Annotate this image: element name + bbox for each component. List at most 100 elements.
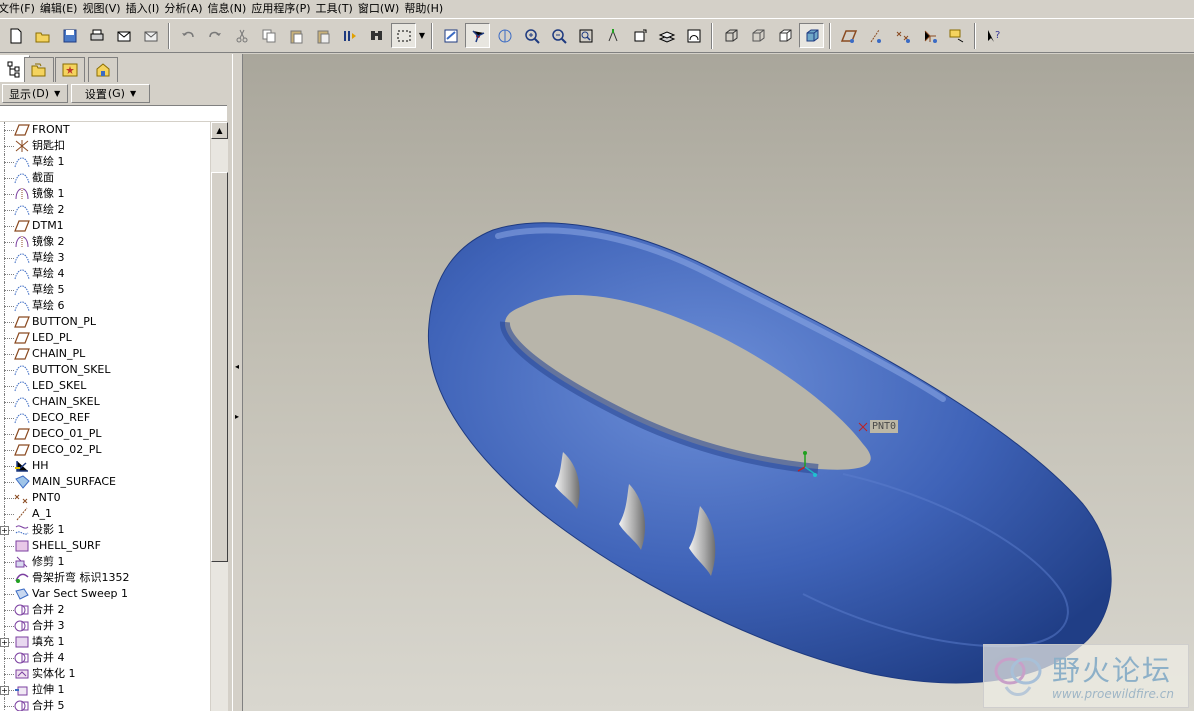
hidden-line-button[interactable] — [745, 23, 770, 48]
menu-item-8[interactable]: 窗口(W) — [358, 0, 404, 17]
tree-item[interactable]: 骨架折弯 标识1352 — [0, 570, 210, 586]
regenerate-button[interactable] — [337, 23, 362, 48]
tab-connections[interactable] — [88, 57, 118, 82]
shading-button[interactable] — [799, 23, 824, 48]
tree-item[interactable]: LED_PL — [0, 330, 210, 346]
menu-item-3[interactable]: 插入(I) — [126, 0, 165, 17]
cut-button[interactable] — [229, 23, 254, 48]
tree-item[interactable]: 合并 3 — [0, 618, 210, 634]
find-button[interactable] — [364, 23, 389, 48]
tree-item[interactable]: MAIN_SURFACE — [0, 474, 210, 490]
menu-item-2[interactable]: 视图(V) — [82, 0, 125, 17]
tree-item[interactable]: CHAIN_PL — [0, 346, 210, 362]
reorient-button[interactable] — [600, 23, 625, 48]
repaint-button[interactable] — [438, 23, 463, 48]
tree-item[interactable]: 镜像 2 — [0, 234, 210, 250]
tree-item[interactable]: A_1 — [0, 506, 210, 522]
tree-item[interactable]: DECO_REF — [0, 410, 210, 426]
tree-item[interactable]: 合并 5 — [0, 698, 210, 711]
menu-item-1[interactable]: 编辑(E) — [40, 0, 83, 17]
datum-points-button[interactable] — [890, 23, 915, 48]
tree-item[interactable]: 镜像 1 — [0, 186, 210, 202]
select-box-button[interactable] — [391, 23, 416, 48]
tree-item[interactable]: DECO_01_PL — [0, 426, 210, 442]
menu-item-0[interactable]: 文件(F) — [0, 0, 40, 17]
expand-right-icon[interactable]: ▸ — [235, 412, 241, 421]
expand-plus-icon[interactable]: + — [0, 526, 9, 535]
menu-item-4[interactable]: 分析(A) — [164, 0, 207, 17]
save-button[interactable] — [57, 23, 82, 48]
copy-button[interactable] — [256, 23, 281, 48]
paste-special-button[interactable] — [310, 23, 335, 48]
tree-item[interactable]: HH — [0, 458, 210, 474]
zoom-in-button[interactable] — [519, 23, 544, 48]
datum-planes-button[interactable] — [836, 23, 861, 48]
tree-item[interactable]: BUTTON_SKEL — [0, 362, 210, 378]
tree-item[interactable]: BUTTON_PL — [0, 314, 210, 330]
annotation-button[interactable] — [944, 23, 969, 48]
open-file-button[interactable] — [30, 23, 55, 48]
tree-item[interactable]: PNT0 — [0, 490, 210, 506]
panel-splitter[interactable]: ◂ ▸ — [232, 54, 243, 711]
no-hidden-button[interactable] — [772, 23, 797, 48]
tree-item[interactable]: SHELL_SURF — [0, 538, 210, 554]
tree-item[interactable]: DECO_02_PL — [0, 442, 210, 458]
tree-item[interactable]: 草绘 5 — [0, 282, 210, 298]
show-dropdown[interactable]: 显示 (D) ▼ — [2, 84, 68, 103]
datum-axes-button[interactable] — [863, 23, 888, 48]
expand-plus-icon[interactable]: + — [0, 638, 9, 647]
expand-plus-icon[interactable]: + — [0, 686, 9, 695]
undo-button[interactable] — [175, 23, 200, 48]
csys-button[interactable] — [917, 23, 942, 48]
tree-item[interactable]: 草绘 1 — [0, 154, 210, 170]
menu-item-7[interactable]: 工具(T) — [316, 0, 358, 17]
menu-item-9[interactable]: 帮助(H) — [404, 0, 448, 17]
appearance-button[interactable] — [681, 23, 706, 48]
orient-button[interactable] — [492, 23, 517, 48]
scroll-up-icon[interactable]: ▲ — [211, 122, 228, 139]
toolbar-separator — [168, 22, 170, 49]
tree-item[interactable]: 草绘 2 — [0, 202, 210, 218]
tree-item[interactable]: + 填充 1 — [0, 634, 210, 650]
chevron-down-icon[interactable]: ▼ — [417, 23, 427, 48]
tree-item[interactable]: Var Sect Sweep 1 — [0, 586, 210, 602]
tree-item[interactable]: LED_SKEL — [0, 378, 210, 394]
tree-item[interactable]: 草绘 4 — [0, 266, 210, 282]
tab-favorites[interactable] — [55, 57, 85, 82]
layers-button[interactable] — [654, 23, 679, 48]
tree-item[interactable]: 合并 2 — [0, 602, 210, 618]
tree-item[interactable]: 截面 — [0, 170, 210, 186]
menu-item-5[interactable]: 信息(N) — [208, 0, 252, 17]
scrollbar-thumb[interactable] — [211, 172, 228, 562]
tree-item[interactable]: + 投影 1 — [0, 522, 210, 538]
context-help-button[interactable]: ? — [981, 23, 1006, 48]
paste-button[interactable] — [283, 23, 308, 48]
refit-button[interactable] — [573, 23, 598, 48]
collapse-left-icon[interactable]: ◂ — [235, 362, 241, 371]
print-icon — [90, 29, 103, 40]
tree-item[interactable]: 草绘 6 — [0, 298, 210, 314]
tree-scrollbar[interactable]: ▲ — [211, 122, 228, 711]
zoom-out-button[interactable] — [546, 23, 571, 48]
tab-folder-browser[interactable] — [24, 57, 54, 82]
wireframe-button[interactable] — [718, 23, 743, 48]
tree-item[interactable]: 实体化 1 — [0, 666, 210, 682]
send-mail-button[interactable] — [111, 23, 136, 48]
tree-item[interactable]: 草绘 3 — [0, 250, 210, 266]
redo-button[interactable] — [202, 23, 227, 48]
email-attach-button[interactable] — [138, 23, 163, 48]
saved-views-button[interactable] — [627, 23, 652, 48]
tree-item[interactable]: 钥匙扣 — [0, 138, 210, 154]
tree-item[interactable]: 合并 4 — [0, 650, 210, 666]
print-button[interactable] — [84, 23, 109, 48]
settings-dropdown[interactable]: 设置 (G) ▼ — [71, 84, 150, 103]
new-file-button[interactable] — [3, 23, 28, 48]
spin-center-button[interactable] — [465, 23, 490, 48]
menu-item-6[interactable]: 应用程序(P) — [251, 0, 315, 17]
tree-item[interactable]: FRONT — [0, 122, 210, 138]
tree-item[interactable]: DTM1 — [0, 218, 210, 234]
graphics-window[interactable]: PNT0 野火论坛 www.proewildfire.cn — [243, 54, 1194, 711]
tree-item[interactable]: 修剪 1 — [0, 554, 210, 570]
tree-item[interactable]: CHAIN_SKEL — [0, 394, 210, 410]
tree-item[interactable]: + 拉伸 1 — [0, 682, 210, 698]
